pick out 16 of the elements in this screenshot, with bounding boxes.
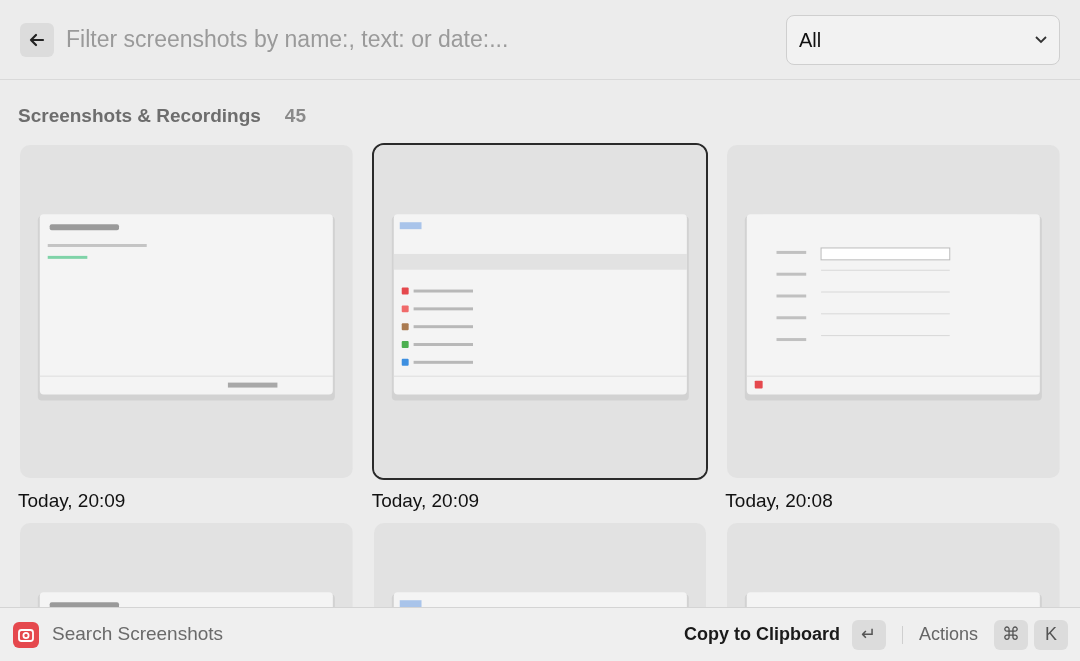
actions-button[interactable]: Actions: [918, 621, 978, 648]
camera-icon: [12, 620, 40, 649]
section-title: Screenshots & Recordings: [18, 104, 261, 128]
filter-dropdown[interactable]: All: [786, 14, 1060, 65]
shortcut-key: K: [1034, 619, 1068, 650]
screenshot-date: Today, 20:08: [725, 488, 833, 513]
item-count: 45: [284, 104, 306, 128]
screenshot-date: Today, 20:09: [371, 488, 480, 513]
shortcut-key: ⌘: [994, 619, 1028, 650]
search-field[interactable]: Filter screenshots by name:, text: or date:...: [66, 22, 770, 57]
screenshot-date: Today, 20:09: [18, 488, 126, 513]
back-button[interactable]: [20, 22, 54, 57]
copy-button[interactable]: Copy to Clipboard: [683, 621, 840, 648]
enter-key: ↵: [851, 619, 886, 650]
chevron-down-icon: [1035, 35, 1047, 44]
footer-title: Search Screenshots: [52, 622, 224, 647]
